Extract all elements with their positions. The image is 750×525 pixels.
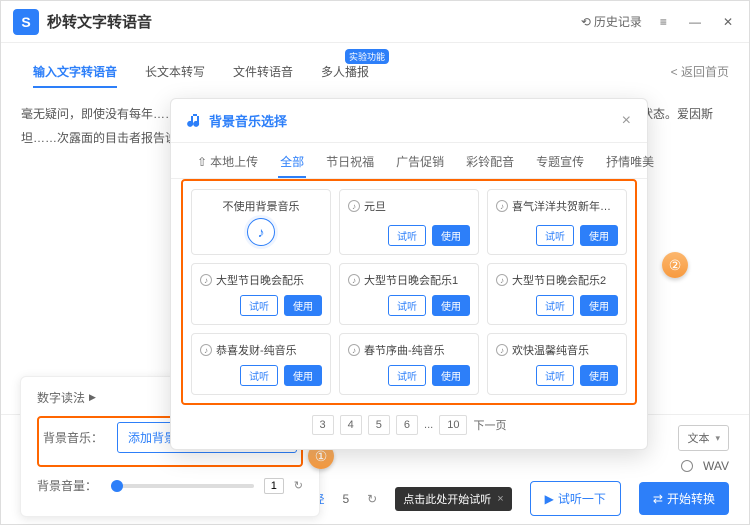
close-modal-icon[interactable]: × bbox=[622, 112, 631, 130]
note-icon: ♪ bbox=[348, 200, 360, 212]
try-button[interactable]: 试听 bbox=[388, 365, 426, 386]
upload-icon: ⇧ bbox=[197, 155, 207, 169]
note-icon: ♪ bbox=[348, 274, 360, 286]
tab-file[interactable]: 文件转语音 bbox=[221, 55, 305, 88]
note-icon: ♪ bbox=[200, 274, 212, 286]
music-note-icon: ♪ bbox=[247, 218, 275, 246]
use-button[interactable]: 使用 bbox=[432, 225, 470, 246]
page-5[interactable]: 5 bbox=[368, 415, 390, 435]
callout-marker-2: ② bbox=[662, 252, 688, 278]
swap-icon: ⇄ bbox=[653, 492, 663, 506]
cat-upload[interactable]: ⇧本地上传 bbox=[187, 143, 268, 178]
music-icon bbox=[187, 113, 203, 129]
use-button[interactable]: 使用 bbox=[580, 225, 618, 246]
use-button[interactable]: 使用 bbox=[284, 295, 322, 316]
music-card: ♪元旦试听使用 bbox=[339, 189, 479, 255]
format-select[interactable]: 文本▾ bbox=[678, 425, 729, 451]
volume-value[interactable]: 1 bbox=[264, 478, 284, 494]
chevron-down-icon: ▾ bbox=[715, 433, 720, 444]
tab-text-input[interactable]: 输入文字转语音 bbox=[21, 55, 129, 88]
try-button[interactable]: 试听 bbox=[240, 295, 278, 316]
next-page[interactable]: 下一页 bbox=[473, 417, 506, 433]
preview-button[interactable]: ▶试听一下 bbox=[530, 481, 621, 516]
card-no-music[interactable]: 不使用背景音乐 ♪ bbox=[191, 189, 331, 255]
minimize-icon[interactable]: — bbox=[685, 11, 705, 33]
try-button[interactable]: 试听 bbox=[536, 225, 574, 246]
note-icon: ♪ bbox=[200, 344, 212, 356]
music-card: ♪大型节日晚会配乐1试听使用 bbox=[339, 263, 479, 325]
use-button[interactable]: 使用 bbox=[580, 295, 618, 316]
try-button[interactable]: 试听 bbox=[536, 295, 574, 316]
note-icon: ♪ bbox=[348, 344, 360, 356]
page-6[interactable]: 6 bbox=[396, 415, 418, 435]
wav-radio[interactable] bbox=[681, 460, 693, 472]
cat-topic[interactable]: 专题宣传 bbox=[526, 143, 594, 178]
volume-label: 背景音量： bbox=[37, 477, 101, 494]
music-card: ♪欢快温馨纯音乐试听使用 bbox=[487, 333, 627, 395]
history-icon: ⟲ bbox=[581, 15, 591, 29]
tab-long-text[interactable]: 长文本转写 bbox=[133, 55, 217, 88]
music-card: ♪大型节日晚会配乐2试听使用 bbox=[487, 263, 627, 325]
page-dots: ... bbox=[424, 419, 433, 431]
pagination: 3 4 5 6 ... 10 下一页 bbox=[171, 407, 647, 449]
try-button[interactable]: 试听 bbox=[388, 225, 426, 246]
app-title: 秒转文字转语音 bbox=[47, 11, 152, 32]
modal-title: 背景音乐选择 bbox=[209, 111, 287, 130]
cat-lyrical[interactable]: 抒情唯美 bbox=[596, 143, 664, 178]
page-3[interactable]: 3 bbox=[312, 415, 334, 435]
note-icon: ♪ bbox=[496, 200, 508, 212]
cat-festival[interactable]: 节日祝福 bbox=[316, 143, 384, 178]
play-small-icon: ▶ bbox=[89, 392, 96, 403]
try-button[interactable]: 试听 bbox=[388, 295, 426, 316]
use-button[interactable]: 使用 bbox=[284, 365, 322, 386]
note-icon: ♪ bbox=[496, 344, 508, 356]
volume-slider[interactable] bbox=[111, 484, 254, 488]
use-button[interactable]: 使用 bbox=[432, 365, 470, 386]
music-card: ♪春节序曲-纯音乐试听使用 bbox=[339, 333, 479, 395]
tab-multi-voice[interactable]: 多人播报 实验功能 bbox=[309, 55, 381, 88]
back-home-link[interactable]: < 返回首页 bbox=[671, 63, 729, 80]
note-icon: ♪ bbox=[496, 274, 508, 286]
play-icon: ▶ bbox=[545, 492, 554, 506]
use-button[interactable]: 使用 bbox=[580, 365, 618, 386]
close-tooltip-icon[interactable]: × bbox=[497, 493, 503, 505]
music-card: ♪大型节日晚会配乐试听使用 bbox=[191, 263, 331, 325]
refresh-icon[interactable]: ↻ bbox=[367, 492, 377, 506]
bgm-modal: 背景音乐选择 × ⇧本地上传 全部 节日祝福 广告促销 彩铃配音 专题宣传 抒情… bbox=[170, 98, 648, 450]
try-button[interactable]: 试听 bbox=[536, 365, 574, 386]
page-4[interactable]: 4 bbox=[340, 415, 362, 435]
use-button[interactable]: 使用 bbox=[432, 295, 470, 316]
cat-ad[interactable]: 广告促销 bbox=[386, 143, 454, 178]
beta-badge: 实验功能 bbox=[345, 49, 389, 64]
music-card: ♪喜气洋洋共贺新年…试听使用 bbox=[487, 189, 627, 255]
cat-ringtone[interactable]: 彩铃配音 bbox=[456, 143, 524, 178]
reset-volume-icon[interactable]: ↻ bbox=[294, 479, 303, 492]
convert-button[interactable]: ⇄开始转换 bbox=[639, 482, 729, 515]
preview-tooltip: 点击此处开始试听× bbox=[395, 487, 511, 511]
page-10[interactable]: 10 bbox=[439, 415, 467, 435]
music-card: ♪恭喜发财-纯音乐试听使用 bbox=[191, 333, 331, 395]
speed-value: 5 bbox=[342, 492, 349, 506]
settings-icon[interactable]: ≡ bbox=[656, 11, 671, 33]
cat-all[interactable]: 全部 bbox=[270, 143, 314, 178]
close-window-icon[interactable]: ✕ bbox=[719, 11, 737, 33]
try-button[interactable]: 试听 bbox=[240, 365, 278, 386]
bgm-label: 背景音乐： bbox=[43, 429, 107, 446]
history-link[interactable]: ⟲历史记录 bbox=[581, 13, 642, 30]
app-logo: S bbox=[13, 9, 39, 35]
